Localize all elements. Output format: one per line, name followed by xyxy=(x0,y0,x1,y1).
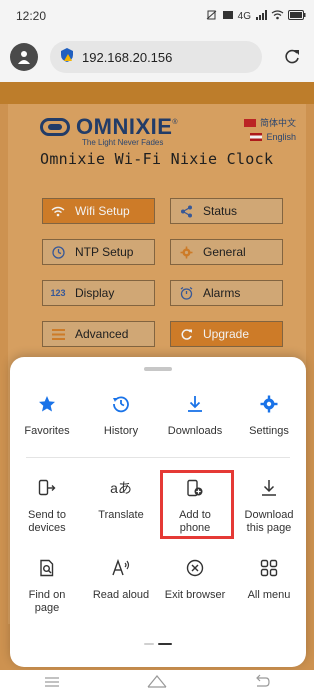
translate-button[interactable]: aあ Translate xyxy=(84,477,158,535)
exit-icon xyxy=(186,557,204,579)
menu-page-indicator xyxy=(10,643,306,645)
send-to-devices-button[interactable]: Send to devices xyxy=(10,477,84,535)
menu-label: Translate xyxy=(98,509,144,521)
recents-icon xyxy=(44,676,59,687)
home-icon xyxy=(147,675,167,688)
exit-browser-button[interactable]: Exit browser xyxy=(158,557,232,615)
reload-icon xyxy=(285,49,299,64)
read-aloud-icon xyxy=(111,557,131,579)
menu-label: Find on page xyxy=(28,589,66,614)
menu-label: Downloads xyxy=(167,425,223,437)
user-icon xyxy=(18,51,30,64)
url-text: 192.168.20.156 xyxy=(82,49,173,65)
no-sim-icon xyxy=(206,10,218,23)
menu-label: Read aloud xyxy=(92,589,150,601)
find-icon xyxy=(38,557,56,579)
menu-label: Download this page xyxy=(244,509,294,534)
menu-row-tertiary: Find on page Read aloud Exit browser All … xyxy=(10,557,306,615)
screen-record-icon xyxy=(222,10,234,23)
favorites-button[interactable]: Favorites xyxy=(10,393,84,438)
url-bar[interactable]: 192.168.20.156 xyxy=(50,41,262,73)
status-time: 12:20 xyxy=(16,9,47,23)
network-label: 4G xyxy=(237,10,251,22)
warning-shield-icon xyxy=(60,47,74,68)
menu-label: History xyxy=(103,425,139,437)
star-icon xyxy=(38,393,56,415)
back-icon xyxy=(256,674,270,687)
all-menu-button[interactable]: All menu xyxy=(232,557,306,615)
system-nav-bar xyxy=(0,670,314,697)
history-icon xyxy=(112,393,130,415)
page-dot xyxy=(144,643,154,645)
send-device-icon xyxy=(38,477,56,499)
settings-icon xyxy=(260,393,278,415)
page-dot-active xyxy=(158,643,172,645)
menu-row-secondary: Send to devices aあ Translate Add to phone … xyxy=(10,477,306,535)
settings-button[interactable]: Settings xyxy=(232,393,306,438)
address-bar-row: 192.168.20.156 xyxy=(0,32,314,82)
wifi-status-icon xyxy=(271,9,284,23)
menu-divider xyxy=(26,457,290,458)
home-button[interactable] xyxy=(147,674,167,693)
read-aloud-button[interactable]: Read aloud xyxy=(84,557,158,615)
download-page-icon xyxy=(260,477,278,499)
menu-label: All menu xyxy=(247,589,291,601)
reload-button[interactable] xyxy=(280,45,304,69)
history-button[interactable]: History xyxy=(84,393,158,438)
download-this-page-button[interactable]: Download this page xyxy=(232,477,306,535)
menu-label: Send to devices xyxy=(28,509,66,534)
download-icon xyxy=(186,393,204,415)
menu-row-primary: Favorites History Downloads Settings xyxy=(10,393,306,438)
recents-button[interactable] xyxy=(44,675,60,693)
grid-icon xyxy=(260,557,278,579)
signal-icon xyxy=(255,9,267,23)
back-button[interactable] xyxy=(254,674,270,693)
menu-label: Exit browser xyxy=(164,589,226,601)
downloads-button[interactable]: Downloads xyxy=(158,393,232,438)
browser-menu-sheet: Favorites History Downloads Settings Sen… xyxy=(10,357,306,667)
status-bar: 12:20 4G xyxy=(0,0,314,32)
find-on-page-button[interactable]: Find on page xyxy=(10,557,84,615)
status-icons: 4G xyxy=(206,9,306,23)
menu-label: Settings xyxy=(249,425,289,437)
add-to-phone-highlight xyxy=(160,470,234,539)
menu-label: Favorites xyxy=(24,425,70,437)
translate-icon: aあ xyxy=(110,480,132,496)
battery-icon xyxy=(288,9,306,23)
profile-avatar[interactable] xyxy=(10,43,38,71)
sheet-drag-handle[interactable] xyxy=(144,367,172,371)
